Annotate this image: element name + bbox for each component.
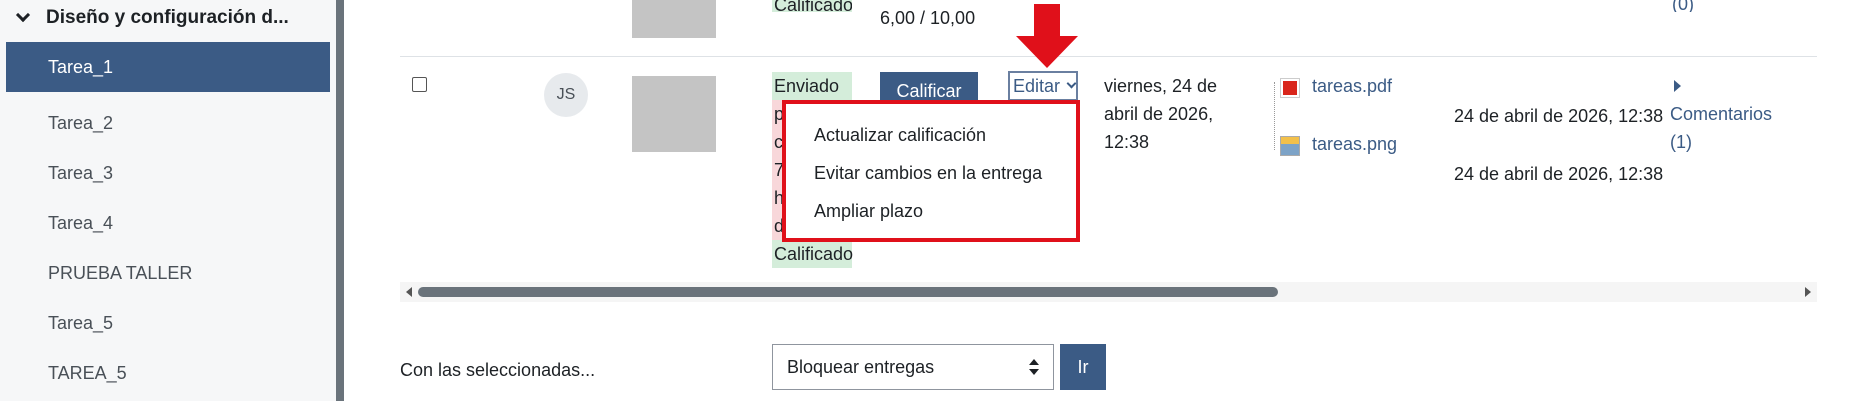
file-date: 24 de abril de 2026, 12:38 — [1454, 106, 1664, 126]
bulk-action-label: Con las seleccionadas... — [400, 360, 596, 380]
image-file-icon — [1280, 136, 1300, 156]
horizontal-scrollbar[interactable] — [400, 282, 1817, 302]
grade-value: 6,00 / 10,00 — [880, 8, 976, 28]
sidebar-item-tarea-5[interactable]: Tarea_5 — [6, 298, 330, 348]
menu-item-update-grade[interactable]: Actualizar calificación — [786, 116, 1076, 154]
course-index-sidebar: Diseño y configuración d... Tarea_1 Tare… — [0, 0, 344, 401]
chevron-down-icon[interactable] — [15, 7, 31, 23]
status-badge: Calificado — [772, 240, 853, 268]
pdf-file-icon — [1280, 78, 1300, 98]
edit-menu-toggle[interactable]: Editar — [1008, 71, 1078, 101]
select-row-checkbox[interactable] — [412, 77, 427, 92]
scroll-right-icon[interactable] — [1805, 287, 1811, 297]
section-toggle[interactable]: Diseño y configuración d... — [15, 4, 289, 32]
sidebar-item-tarea-3[interactable]: Tarea_3 — [6, 148, 330, 198]
status-line: Enviado — [772, 72, 852, 100]
go-button[interactable]: Ir — [1060, 344, 1106, 390]
red-arrow-annotation-icon — [1016, 4, 1078, 68]
comments-count[interactable]: (0) — [1672, 0, 1694, 12]
scrollbar-thumb[interactable] — [418, 287, 1278, 297]
bulk-action-select[interactable]: Bloquear entregas — [772, 344, 1054, 390]
avatar[interactable]: JS — [544, 73, 588, 117]
status-badge: Calificado — [772, 0, 852, 12]
date-line: 12:38 — [1104, 132, 1150, 152]
date-line: viernes, 24 de — [1104, 76, 1218, 96]
last-modified-date: viernes, 24 de abril de 2026, 12:38 — [1104, 72, 1234, 156]
chevron-down-icon — [1066, 78, 1077, 89]
sidebar-item-prueba-taller[interactable]: PRUEBA TALLER — [6, 248, 330, 298]
edit-dropdown-menu: Actualizar calificación Evitar cambios e… — [782, 100, 1080, 242]
comments-link[interactable]: Comentarios — [1670, 100, 1790, 128]
select-arrows-icon — [1029, 359, 1039, 377]
section-title: Diseño y configuración d... — [46, 7, 289, 28]
caret-right-icon[interactable] — [1674, 80, 1681, 92]
sidebar-item-tarea-2[interactable]: Tarea_2 — [6, 98, 330, 148]
menu-item-extend-deadline[interactable]: Ampliar plazo — [786, 192, 1076, 230]
tree-connector — [1274, 82, 1275, 150]
sidebar-item-tarea-1[interactable]: Tarea_1 — [6, 42, 330, 92]
comments-count[interactable]: (1) — [1670, 128, 1790, 156]
row-divider — [400, 56, 1817, 57]
user-picture-placeholder — [632, 0, 716, 38]
menu-item-prevent-changes[interactable]: Evitar cambios en la entrega — [786, 154, 1076, 192]
grading-table-area: Calificado 6,00 / 10,00 (0) JS Enviado p… — [352, 0, 1861, 401]
scroll-left-icon[interactable] — [406, 287, 412, 297]
sidebar-item-tarea-4[interactable]: Tarea_4 — [6, 198, 330, 248]
comments-toggle[interactable]: Comentarios (1) — [1670, 72, 1790, 156]
selected-option: Bloquear entregas — [787, 356, 935, 377]
file-link-png[interactable]: tareas.png — [1312, 134, 1397, 155]
date-line: abril de 2026, — [1104, 104, 1214, 124]
sidebar-item-tarea-5-upper[interactable]: TAREA_5 — [6, 348, 330, 398]
file-link-pdf[interactable]: tareas.pdf — [1312, 76, 1392, 97]
user-picture-placeholder — [632, 76, 716, 152]
edit-label: Editar — [1013, 75, 1061, 96]
file-submissions: tareas.pdf tareas.png 24 de abril de 202… — [1268, 72, 1663, 184]
file-date: 24 de abril de 2026, 12:38 — [1454, 164, 1664, 184]
